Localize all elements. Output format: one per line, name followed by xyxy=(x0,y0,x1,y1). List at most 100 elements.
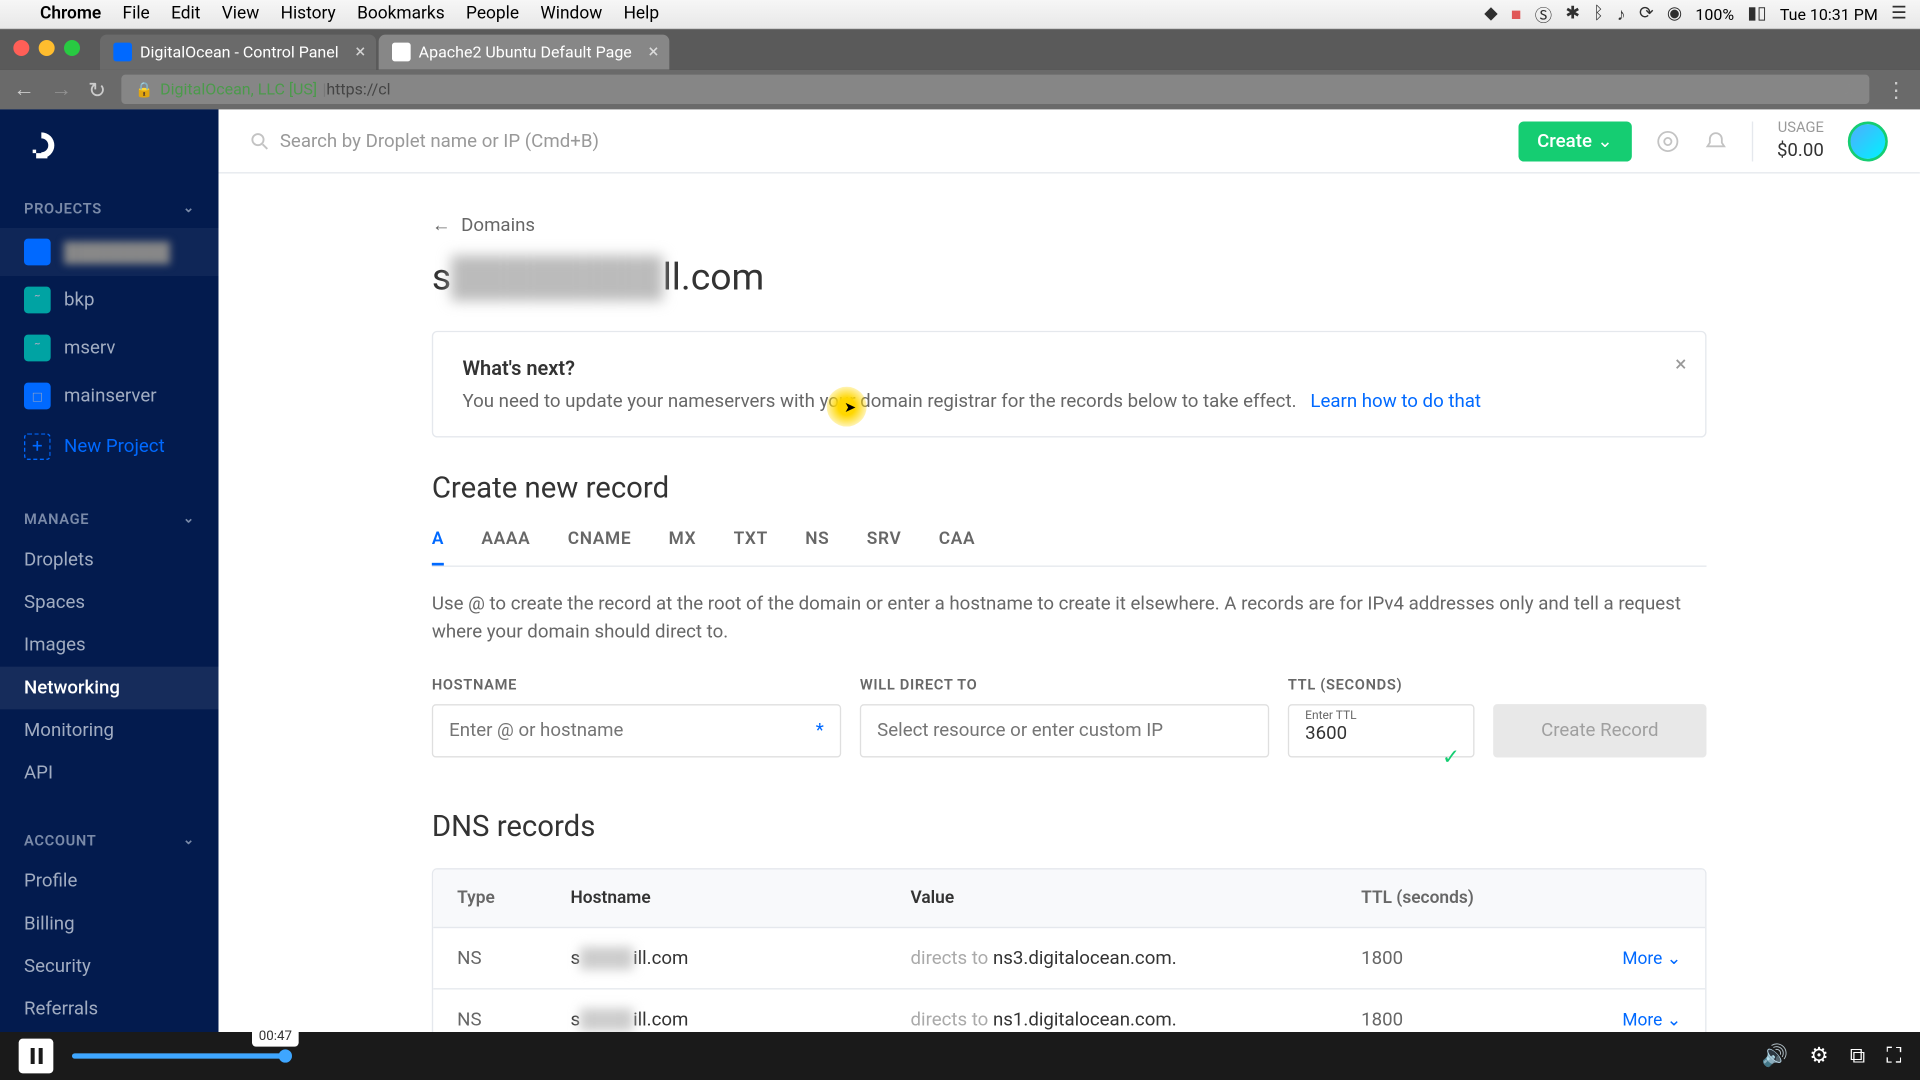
tab-aaaa[interactable]: AAAA xyxy=(482,529,531,565)
manage-header[interactable]: MANAGE ⌄ xyxy=(0,497,219,538)
tab-close-icon[interactable]: × xyxy=(355,41,365,62)
volume-icon[interactable]: 🔊 xyxy=(1761,1043,1788,1070)
browser-toolbar: ← → ↻ 🔒 DigitalOcean, LLC [US] | https:/… xyxy=(0,69,1920,109)
projects-header[interactable]: PROJECTS ⌄ xyxy=(0,187,219,228)
hostname-input[interactable]: * xyxy=(432,704,841,757)
arrow-left-icon: ← xyxy=(432,213,451,236)
sidebar-item-referrals[interactable]: Referrals xyxy=(0,988,219,1031)
hostname-label: HOSTNAME xyxy=(432,676,841,693)
hostname-field[interactable] xyxy=(449,720,824,741)
whats-next-notice: × What's next? You need to update your n… xyxy=(432,331,1707,438)
time-tooltip: 00:47 xyxy=(252,1027,299,1047)
breadcrumb-label: Domains xyxy=(461,214,535,235)
window-maximize[interactable] xyxy=(64,40,80,56)
new-project-button[interactable]: + New Project xyxy=(0,420,219,473)
tab-srv[interactable]: SRV xyxy=(867,529,902,565)
sidebar-project-mainserver[interactable]: □ mainserver xyxy=(0,372,219,420)
account-label: ACCOUNT xyxy=(24,832,96,849)
user-avatar[interactable] xyxy=(1848,121,1888,161)
digitalocean-logo[interactable] xyxy=(0,109,219,186)
ttl-input[interactable]: Enter TTL 3600 ✓ xyxy=(1288,704,1475,757)
account-header[interactable]: ACCOUNT ⌄ xyxy=(0,819,219,860)
notice-text: You need to update your nameservers with… xyxy=(463,391,1297,412)
sidebar-item-images[interactable]: Images xyxy=(0,624,219,667)
ttl-label: TTL (SECONDS) xyxy=(1288,676,1475,693)
fullscreen-icon[interactable]: ⛶ xyxy=(1886,1043,1901,1070)
more-button[interactable]: More ⌄ xyxy=(1623,1010,1682,1030)
menu-view[interactable]: View xyxy=(211,4,270,24)
tab-favicon-icon xyxy=(113,43,132,62)
tab-caa[interactable]: CAA xyxy=(939,529,975,565)
skype-icon[interactable]: Ⓢ xyxy=(1535,1,1552,26)
clock[interactable]: Tue 10:31 PM xyxy=(1780,5,1878,24)
pip-icon[interactable]: ⧉ xyxy=(1850,1043,1865,1070)
window-minimize[interactable] xyxy=(39,40,55,56)
page-title: s████████ll.com xyxy=(432,255,1707,299)
forward-button[interactable]: → xyxy=(51,76,72,103)
reload-button[interactable]: ↻ xyxy=(88,77,106,102)
menubar-status-icon[interactable]: ✱ xyxy=(1565,4,1580,24)
sidebar-item-monitoring[interactable]: Monitoring xyxy=(0,709,219,752)
spotlight-icon[interactable]: ☰ xyxy=(1891,4,1907,24)
notice-link[interactable]: Learn how to do that xyxy=(1311,391,1482,412)
search-input[interactable]: Search by Droplet name or IP (Cmd+B) xyxy=(251,130,1495,151)
browser-tab-apache[interactable]: Apache2 Ubuntu Default Page × xyxy=(379,35,669,70)
menu-file[interactable]: File xyxy=(112,4,161,24)
sidebar-project-item[interactable]: ████████ xyxy=(0,228,219,276)
sidebar-item-profile[interactable]: Profile xyxy=(0,860,219,903)
chrome-menu-icon[interactable]: ⋮ xyxy=(1885,77,1906,102)
menu-history[interactable]: History xyxy=(270,4,346,24)
col-header-type: Type xyxy=(457,888,570,908)
sidebar-item-billing[interactable]: Billing xyxy=(0,903,219,946)
menu-help[interactable]: Help xyxy=(613,4,670,24)
settings-icon[interactable]: ⚙ xyxy=(1809,1043,1828,1070)
tab-ns[interactable]: NS xyxy=(805,529,829,565)
sidebar: PROJECTS ⌄ ████████ ˜ bkp ˜ mserv □ main… xyxy=(0,109,219,1040)
battery-icon[interactable]: ▮▯ xyxy=(1747,4,1766,24)
sidebar-project-bkp[interactable]: ˜ bkp xyxy=(0,276,219,324)
menu-people[interactable]: People xyxy=(455,4,529,24)
tab-txt[interactable]: TXT xyxy=(734,529,768,565)
direct-to-input[interactable] xyxy=(860,704,1269,757)
sidebar-item-security[interactable]: Security xyxy=(0,945,219,988)
wifi-icon[interactable]: ◉ xyxy=(1667,4,1682,24)
create-button[interactable]: Create ⌄ xyxy=(1519,121,1632,161)
star-icon[interactable]: ☆ xyxy=(1842,80,1856,99)
sidebar-item-spaces[interactable]: Spaces xyxy=(0,581,219,624)
col-header-value: Value xyxy=(911,888,1362,908)
progress-bar[interactable]: 00:47 xyxy=(72,1053,285,1058)
browser-tab-digitalocean[interactable]: DigitalOcean - Control Panel × xyxy=(100,35,376,70)
browser-tabbar: DigitalOcean - Control Panel × Apache2 U… xyxy=(0,29,1920,69)
help-icon[interactable] xyxy=(1656,129,1680,153)
window-close[interactable] xyxy=(13,40,29,56)
create-record-button[interactable]: Create Record xyxy=(1493,704,1706,757)
menu-bookmarks[interactable]: Bookmarks xyxy=(346,4,455,24)
direct-field[interactable] xyxy=(877,720,1252,741)
tab-close-icon[interactable]: × xyxy=(648,41,658,62)
volume-icon[interactable]: ♪ xyxy=(1617,3,1626,24)
breadcrumb[interactable]: ← Domains xyxy=(432,213,1707,236)
menubar-status-icon[interactable]: ◆ xyxy=(1484,4,1497,24)
bell-icon[interactable] xyxy=(1704,129,1728,153)
sidebar-item-api[interactable]: API xyxy=(0,752,219,795)
more-button[interactable]: More ⌄ xyxy=(1623,949,1682,969)
plus-icon: + xyxy=(24,433,51,460)
dns-records-table: Type Hostname Value TTL (seconds) NS s██… xyxy=(432,868,1707,1040)
menu-window[interactable]: Window xyxy=(530,4,613,24)
tab-a[interactable]: A xyxy=(432,529,444,565)
back-button[interactable]: ← xyxy=(13,76,34,103)
pause-button[interactable] xyxy=(19,1039,54,1074)
close-icon[interactable]: × xyxy=(1675,351,1686,376)
sidebar-project-mserv[interactable]: ˜ mserv xyxy=(0,324,219,372)
sidebar-item-networking[interactable]: Networking xyxy=(0,667,219,710)
wifi-icon[interactable]: ⟳ xyxy=(1639,4,1654,24)
tab-cname[interactable]: CNAME xyxy=(568,529,632,565)
app-menu[interactable]: Chrome xyxy=(29,4,112,24)
sidebar-item-droplets[interactable]: Droplets xyxy=(0,539,219,582)
usage-amount: $0.00 xyxy=(1777,138,1824,162)
bluetooth-icon[interactable]: ᛒ xyxy=(1593,4,1603,24)
address-bar[interactable]: 🔒 DigitalOcean, LLC [US] | https://cl ☆ xyxy=(122,75,1869,104)
tab-mx[interactable]: MX xyxy=(669,529,697,565)
menubar-status-icon[interactable]: ■ xyxy=(1511,3,1521,24)
menu-edit[interactable]: Edit xyxy=(160,4,211,24)
